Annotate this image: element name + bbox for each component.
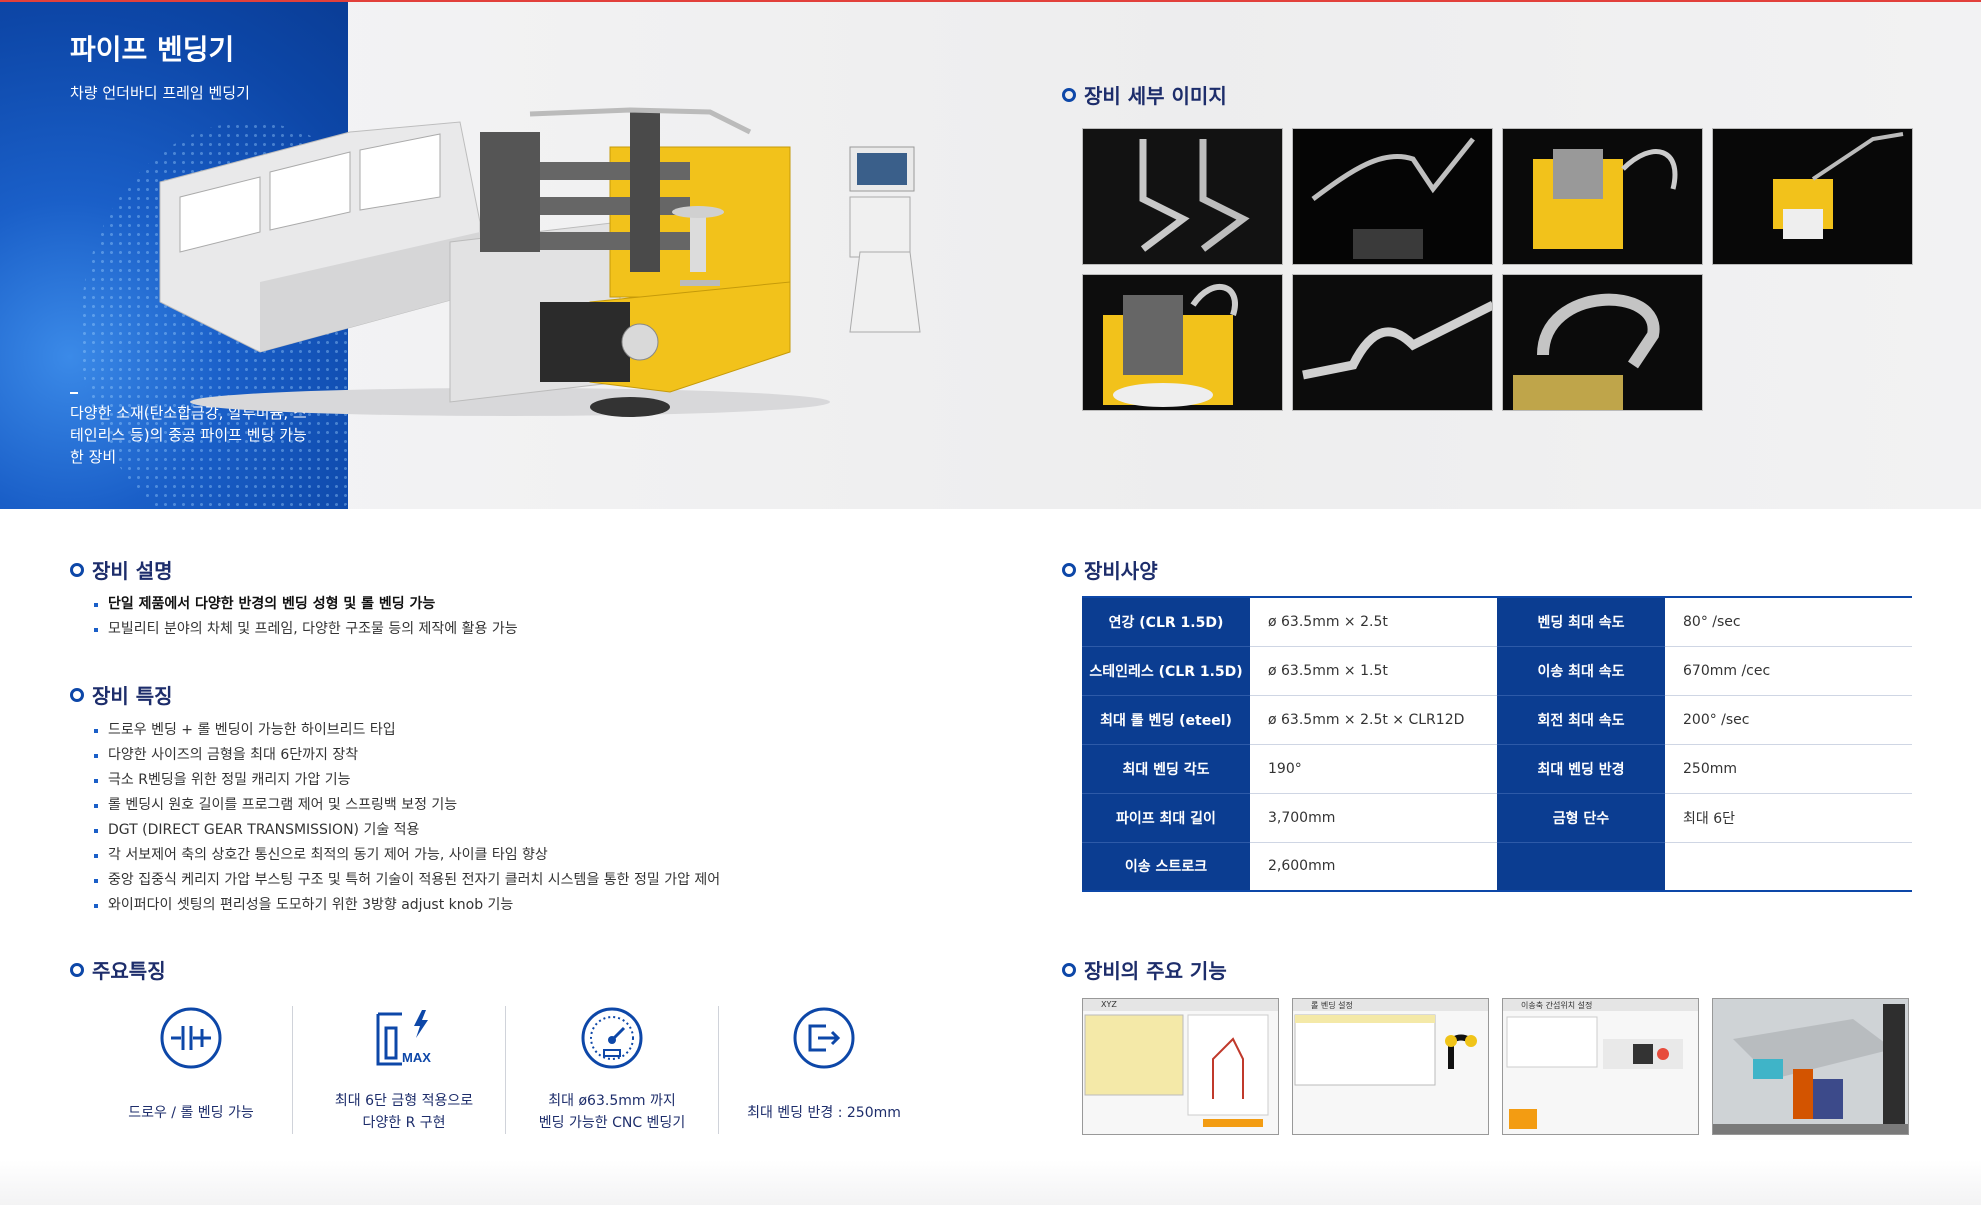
table-row: 연강 (CLR 1.5D) ø 63.5mm × 2.5t 벤딩 최대 속도 8… [1082, 597, 1912, 647]
spec-value: 80° /sec [1665, 597, 1912, 647]
feature-bending-radius: 최대 벤딩 반경 : 250mm [718, 1006, 930, 1134]
feature-caption: 다양한 R 구현 [362, 1115, 446, 1131]
detail-image-1 [1082, 128, 1283, 265]
detail-image-4 [1712, 128, 1913, 265]
detail-images-title: 장비 세부 이미지 [1084, 84, 1227, 108]
draw-roll-bending-icon [160, 1007, 222, 1069]
key-features-title: 주요특징 [92, 959, 166, 983]
ring-bullet-icon [70, 562, 84, 577]
spec-table: 연강 (CLR 1.5D) ø 63.5mm × 2.5t 벤딩 최대 속도 8… [1082, 596, 1912, 892]
function-screen-xyz: XYZ [1082, 998, 1279, 1135]
feature-caption: 최대 벤딩 반경 : 250mm [747, 1105, 901, 1121]
bottom-fade [0, 1160, 1981, 1205]
section-title-features: 장비 특징 [70, 680, 173, 709]
table-row: 최대 벤딩 각도 190° 최대 벤딩 반경 250mm [1082, 744, 1912, 794]
screen-caption: XYZ [1101, 1000, 1117, 1009]
max-die-icon: MAX [376, 1010, 431, 1066]
feature-caption: 최대 ø63.5mm 까지 [548, 1093, 676, 1109]
spec-label: 금형 단수 [1497, 793, 1665, 843]
spec-value: ø 63.5mm × 2.5t × CLR12D [1250, 695, 1497, 745]
ring-bullet-icon [1062, 87, 1076, 102]
detail-image-7 [1502, 274, 1703, 411]
spec-label: 벤딩 최대 속도 [1497, 597, 1665, 647]
spec-label: 최대 벤딩 반경 [1497, 744, 1665, 794]
list-item: 롤 벤딩시 원호 길이를 프로그램 제어 및 스프링백 보정 기능 [92, 793, 720, 818]
spec-label: 이송 최대 속도 [1497, 646, 1665, 696]
screen-caption: 롤 벤딩 설정 [1311, 1001, 1353, 1010]
section-title-spec: 장비사양 [1062, 555, 1158, 584]
ring-bullet-icon [1062, 962, 1076, 977]
list-item: DGT (DIRECT GEAR TRANSMISSION) 기술 적용 [92, 818, 720, 843]
pipe-bending-machine-image [159, 107, 921, 417]
list-item: 와이퍼다이 셋팅의 편리성을 도모하기 위한 3방향 adjust knob 기… [92, 893, 720, 918]
spec-value: 190° [1250, 744, 1497, 794]
ring-bullet-icon [70, 687, 84, 702]
ring-bullet-icon [70, 962, 84, 977]
spec-label: 최대 롤 벤딩 (eteel) [1082, 695, 1250, 745]
page-subtitle: 차량 언더바디 프레임 벤딩기 [70, 84, 250, 102]
feature-draw-roll: 드로우 / 롤 벤딩 가능 [85, 1006, 297, 1134]
bending-radius-icon [793, 1007, 855, 1069]
list-item: 단일 제품에서 다양한 반경의 벤딩 성형 및 롤 벤딩 가능 [92, 592, 518, 617]
list-item: 모빌리티 분야의 차체 및 프레임, 다양한 구조물 등의 제작에 활용 가능 [92, 617, 518, 642]
divider [292, 1006, 293, 1134]
function-screen-roll-bending: 롤 벤딩 설정 [1292, 998, 1489, 1135]
page-title: 파이프 벤딩기 [70, 33, 235, 66]
table-row: 스테인레스 (CLR 1.5D) ø 63.5mm × 1.5t 이송 최대 속… [1082, 646, 1912, 696]
table-row: 최대 롤 벤딩 (eteel) ø 63.5mm × 2.5t × CLR12D… [1082, 695, 1912, 745]
functions-title: 장비의 주요 기능 [1084, 959, 1227, 983]
spec-value: ø 63.5mm × 2.5t [1250, 597, 1497, 647]
spec-value: 2,600mm [1250, 842, 1497, 892]
function-screen-3d-sim [1712, 998, 1909, 1135]
spec-value: 3,700mm [1250, 793, 1497, 843]
hero-dash [70, 392, 78, 394]
spec-title: 장비사양 [1084, 559, 1158, 583]
spec-label: 최대 벤딩 각도 [1082, 744, 1250, 794]
list-item: 다양한 사이즈의 금형을 최대 6단까지 장착 [92, 743, 720, 768]
table-row: 이송 스트로크 2,600mm [1082, 842, 1912, 892]
spec-value: ø 63.5mm × 1.5t [1250, 646, 1497, 696]
ring-bullet-icon [1062, 562, 1076, 577]
section-title-key-features: 주요특징 [70, 955, 166, 984]
spec-label: 파이프 최대 길이 [1082, 793, 1250, 843]
detail-image-5 [1082, 274, 1283, 411]
list-item: 각 서보제어 축의 상호간 통신으로 최적의 동기 제어 가능, 사이클 타임 … [92, 843, 720, 868]
spec-label-empty [1497, 842, 1665, 892]
screen-caption: 이송축 간섭위치 설정 [1521, 1001, 1593, 1010]
spec-value: 250mm [1665, 744, 1912, 794]
table-row: 파이프 최대 길이 3,700mm 금형 단수 최대 6단 [1082, 793, 1912, 843]
features-list: 드로우 벤딩 + 롤 벤딩이 가능한 하이브리드 타입 다양한 사이즈의 금형을… [92, 718, 720, 918]
section-title-functions: 장비의 주요 기능 [1062, 955, 1227, 984]
spec-label: 연강 (CLR 1.5D) [1082, 597, 1250, 647]
max-label: MAX [402, 1050, 431, 1065]
features-title: 장비 특징 [92, 684, 173, 708]
spec-label: 회전 최대 속도 [1497, 695, 1665, 745]
list-item: 드로우 벤딩 + 롤 벤딩이 가능한 하이브리드 타입 [92, 718, 720, 743]
detail-image-2 [1292, 128, 1493, 265]
list-item: 중앙 집중식 케리지 가압 부스팅 구조 및 특허 기술이 적용된 전자기 클러… [92, 868, 720, 893]
list-item: 극소 R벤딩을 위한 정밀 캐리지 가압 기능 [92, 768, 720, 793]
spec-value: 200° /sec [1665, 695, 1912, 745]
section-title-description: 장비 설명 [70, 555, 173, 584]
function-screen-interference: 이송축 간섭위치 설정 [1502, 998, 1699, 1135]
spec-label: 이송 스트로크 [1082, 842, 1250, 892]
gauge-icon [581, 1007, 643, 1069]
feature-caption: 드로우 / 롤 벤딩 가능 [128, 1105, 254, 1121]
feature-gauge: 최대 ø63.5mm 까지 벤딩 가능한 CNC 벤딩기 [506, 1006, 718, 1134]
spec-label: 스테인레스 (CLR 1.5D) [1082, 646, 1250, 696]
feature-caption: 최대 6단 금형 적용으로 [334, 1093, 474, 1109]
section-title-detail-images: 장비 세부 이미지 [1062, 80, 1227, 109]
feature-caption: 벤딩 가능한 CNC 벤딩기 [538, 1115, 686, 1131]
detail-image-6 [1292, 274, 1493, 411]
spec-value-empty [1665, 842, 1912, 892]
description-title: 장비 설명 [92, 559, 173, 583]
feature-max-die: MAX 최대 6단 금형 적용으로 다양한 R 구현 [298, 1006, 510, 1134]
description-list: 단일 제품에서 다양한 반경의 벤딩 성형 및 롤 벤딩 가능 모빌리티 분야의… [92, 592, 518, 642]
spec-value: 최대 6단 [1665, 793, 1912, 843]
detail-image-3 [1502, 128, 1703, 265]
spec-value: 670mm /cec [1665, 646, 1912, 696]
